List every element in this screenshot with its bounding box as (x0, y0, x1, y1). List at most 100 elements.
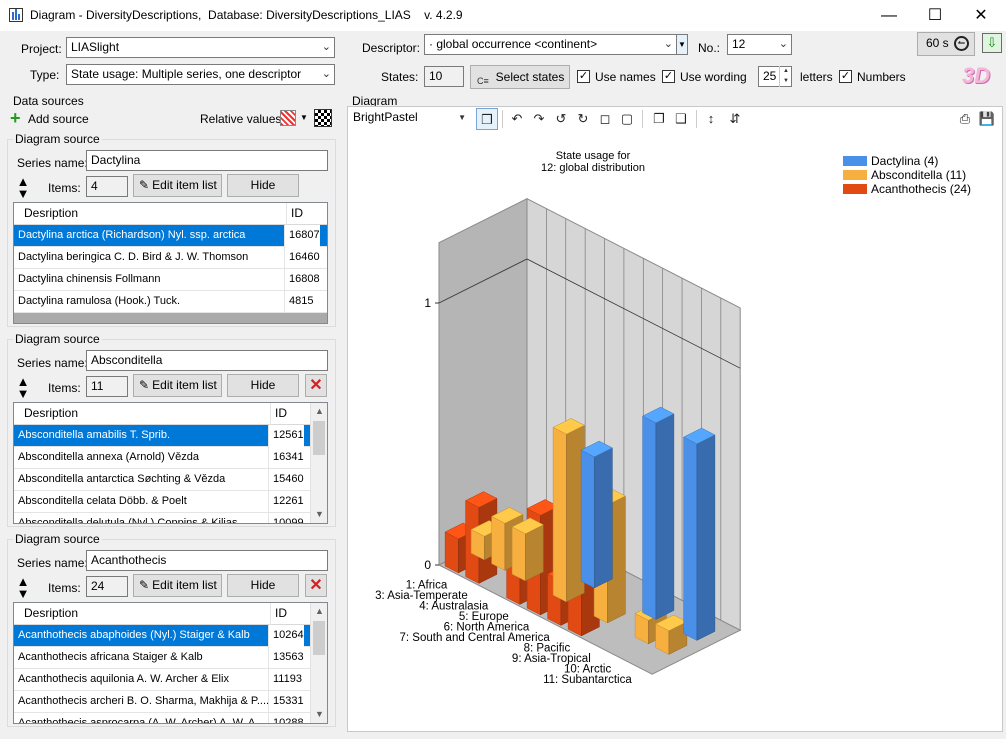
edit-item-list-button[interactable]: ✎ Edit item list (133, 174, 222, 197)
descriptor-select[interactable]: · global occurrence <continent> ⌄ (424, 34, 677, 55)
use-wording-checkbox[interactable]: ✓ (662, 70, 675, 83)
row-id: 12561 (268, 425, 304, 447)
scroll-down-icon[interactable]: ▼ (311, 706, 327, 723)
scroll-up-icon[interactable]: ▲ (311, 603, 327, 620)
expand-vertical-icon[interactable]: ↕ (700, 108, 722, 130)
table-header: Desription ID (14, 403, 327, 425)
square-icon[interactable]: ◻ (594, 108, 616, 130)
no-label: No.: (698, 41, 721, 55)
series-name-input[interactable]: Absconditella (86, 350, 328, 371)
column-header-description[interactable]: Desription (20, 403, 78, 425)
chevron-down-icon: ⌄ (321, 68, 331, 80)
cube-icon[interactable]: ❐ (648, 108, 670, 130)
scroll-down-icon[interactable]: ▼ (311, 506, 327, 523)
tilt-down-icon[interactable]: ↻ (572, 108, 594, 130)
box-icon[interactable]: ▢ (616, 108, 638, 130)
row-description: Dactylina ramulosa (Hook.) Tuck. (18, 295, 180, 307)
select-states-button[interactable]: C≡ Select states (470, 65, 570, 89)
letters-spinner[interactable]: ▲ ▼ (779, 66, 792, 87)
table-row[interactable]: Acanthothecis africana Staiger & Kalb 135… (14, 647, 310, 669)
delete-source-icon[interactable]: ✕ (305, 374, 327, 397)
chart-title: 12: global distribution (541, 162, 645, 174)
edit-item-list-button[interactable]: ✎ Edit item list (133, 374, 222, 397)
series-name-input[interactable]: Dactylina (86, 150, 328, 171)
table-row[interactable]: Dactylina ramulosa (Hook.) Tuck. 4815 (14, 291, 327, 313)
hide-button[interactable]: Hide (227, 574, 299, 597)
close-icon[interactable]: ✕ (958, 0, 1004, 31)
table-row[interactable]: Absconditella delutula (Nyl.) Coppins & … (14, 513, 310, 523)
export-icon[interactable]: ⇩ (982, 33, 1002, 53)
table-row[interactable]: Acanthothecis abaphoides (Nyl.) Staiger … (14, 625, 310, 647)
bar-absconditella-2-side (525, 524, 544, 582)
column-header-description[interactable]: Desription (20, 603, 78, 625)
move-updown-icon[interactable]: ▲ ▼ (15, 575, 31, 600)
table-row[interactable]: Acanthothecis aquilonia A. W. Archer & E… (14, 669, 310, 691)
scroll-up-icon[interactable]: ▲ (311, 403, 327, 420)
column-header-id[interactable]: ID (270, 603, 287, 625)
maximize-icon[interactable]: ☐ (912, 0, 958, 31)
window-title: Diagram - DiversityDescriptions, Databas… (30, 8, 463, 22)
palette-select[interactable]: BrightPastel ▼ (349, 108, 469, 130)
compress-vertical-icon[interactable]: ⇵ (724, 108, 746, 130)
row-description: Dactylina chinensis Follmann (18, 273, 161, 285)
numbers-checkbox[interactable]: ✓ (839, 70, 852, 83)
table-row[interactable]: Acanthothecis asprocarpa (A. W. Archer) … (14, 713, 310, 723)
move-updown-icon[interactable]: ▲ ▼ (15, 175, 31, 200)
type-label: Type: (30, 68, 60, 82)
hide-button[interactable]: Hide (227, 174, 299, 197)
table-row[interactable]: Absconditella annexa (Arnold) Vězda 16341 (14, 447, 310, 469)
type-select[interactable]: State usage: Multiple series, one descri… (66, 64, 335, 85)
delete-source-icon[interactable]: ✕ (305, 574, 327, 597)
legend-swatch (843, 170, 867, 180)
save-icon[interactable]: 💾 (976, 108, 998, 130)
table-row[interactable]: Absconditella amabilis T. Sprib. 12561 (14, 425, 310, 447)
bar-dactylina-7-front (642, 415, 657, 620)
letters-value: 25 (763, 69, 777, 83)
chevron-down-icon: ⌄ (663, 38, 673, 50)
print-icon[interactable]: ⎙ (954, 108, 976, 130)
pattern-dropdown-icon[interactable]: ▼ (300, 113, 308, 122)
table-row[interactable]: Dactylina arctica (Richardson) Nyl. ssp.… (14, 225, 327, 247)
table-row[interactable]: Absconditella antarctica Søchting & Vězd… (14, 469, 310, 491)
table-row[interactable]: Absconditella celata Döbb. & Poelt 12261 (14, 491, 310, 513)
bar-absconditella-1-front (491, 515, 506, 571)
view-3d-icon[interactable]: ❒ (476, 108, 498, 130)
table-scrollbar[interactable]: ▲ ▼ (310, 603, 327, 723)
series-name-input[interactable]: Acanthothecis (86, 550, 328, 571)
column-header-id[interactable]: ID (286, 203, 303, 225)
row-description: Dactylina beringica C. D. Bird & J. W. T… (18, 251, 249, 263)
table-scrollbar[interactable]: ▲ ▼ (310, 403, 327, 523)
palette-value: BrightPastel (353, 110, 418, 124)
chevron-down-icon: ▼ (458, 113, 466, 122)
row-id: 15460 (268, 469, 304, 491)
timer-button[interactable]: 60 s ↼ (917, 32, 975, 56)
legend-swatch (843, 184, 867, 194)
column-header-description[interactable]: Desription (20, 203, 78, 225)
row-description: Acanthothecis archeri B. O. Sharma, Makh… (18, 695, 268, 707)
hide-button[interactable]: Hide (227, 374, 299, 397)
rotate-left-icon[interactable]: ↶ (506, 108, 528, 130)
minimize-icon[interactable]: — (866, 0, 912, 31)
no-select[interactable]: 12 ⌄ (727, 34, 792, 55)
add-source-button[interactable]: + Add source (10, 109, 89, 128)
relative-values-pattern-icon[interactable] (280, 110, 296, 126)
rotate-right-icon[interactable]: ↷ (528, 108, 550, 130)
table-row[interactable]: Acanthothecis archeri B. O. Sharma, Makh… (14, 691, 310, 713)
descriptor-dropdown-button[interactable]: ▼ (676, 34, 688, 55)
cube-outline-icon[interactable]: ❑ (670, 108, 692, 130)
checker-icon[interactable] (314, 109, 332, 127)
scroll-thumb[interactable] (313, 621, 325, 655)
column-header-id[interactable]: ID (270, 403, 287, 425)
relative-values-label: Relative values (200, 112, 282, 126)
project-select[interactable]: LIASlight ⌄ (66, 37, 335, 58)
tilt-up-icon[interactable]: ↺ (550, 108, 572, 130)
use-names-checkbox[interactable]: ✓ (577, 70, 590, 83)
table-row[interactable]: Dactylina chinensis Follmann 16808 (14, 269, 327, 291)
edit-item-list-button[interactable]: ✎ Edit item list (133, 574, 222, 597)
states-count-field[interactable]: 10 (424, 66, 464, 87)
row-description: Acanthothecis abaphoides (Nyl.) Staiger … (18, 629, 250, 641)
move-updown-icon[interactable]: ▲ ▼ (15, 375, 31, 400)
row-id: 16341 (268, 447, 304, 469)
scroll-thumb[interactable] (313, 421, 325, 455)
table-row[interactable]: Dactylina beringica C. D. Bird & J. W. T… (14, 247, 327, 269)
